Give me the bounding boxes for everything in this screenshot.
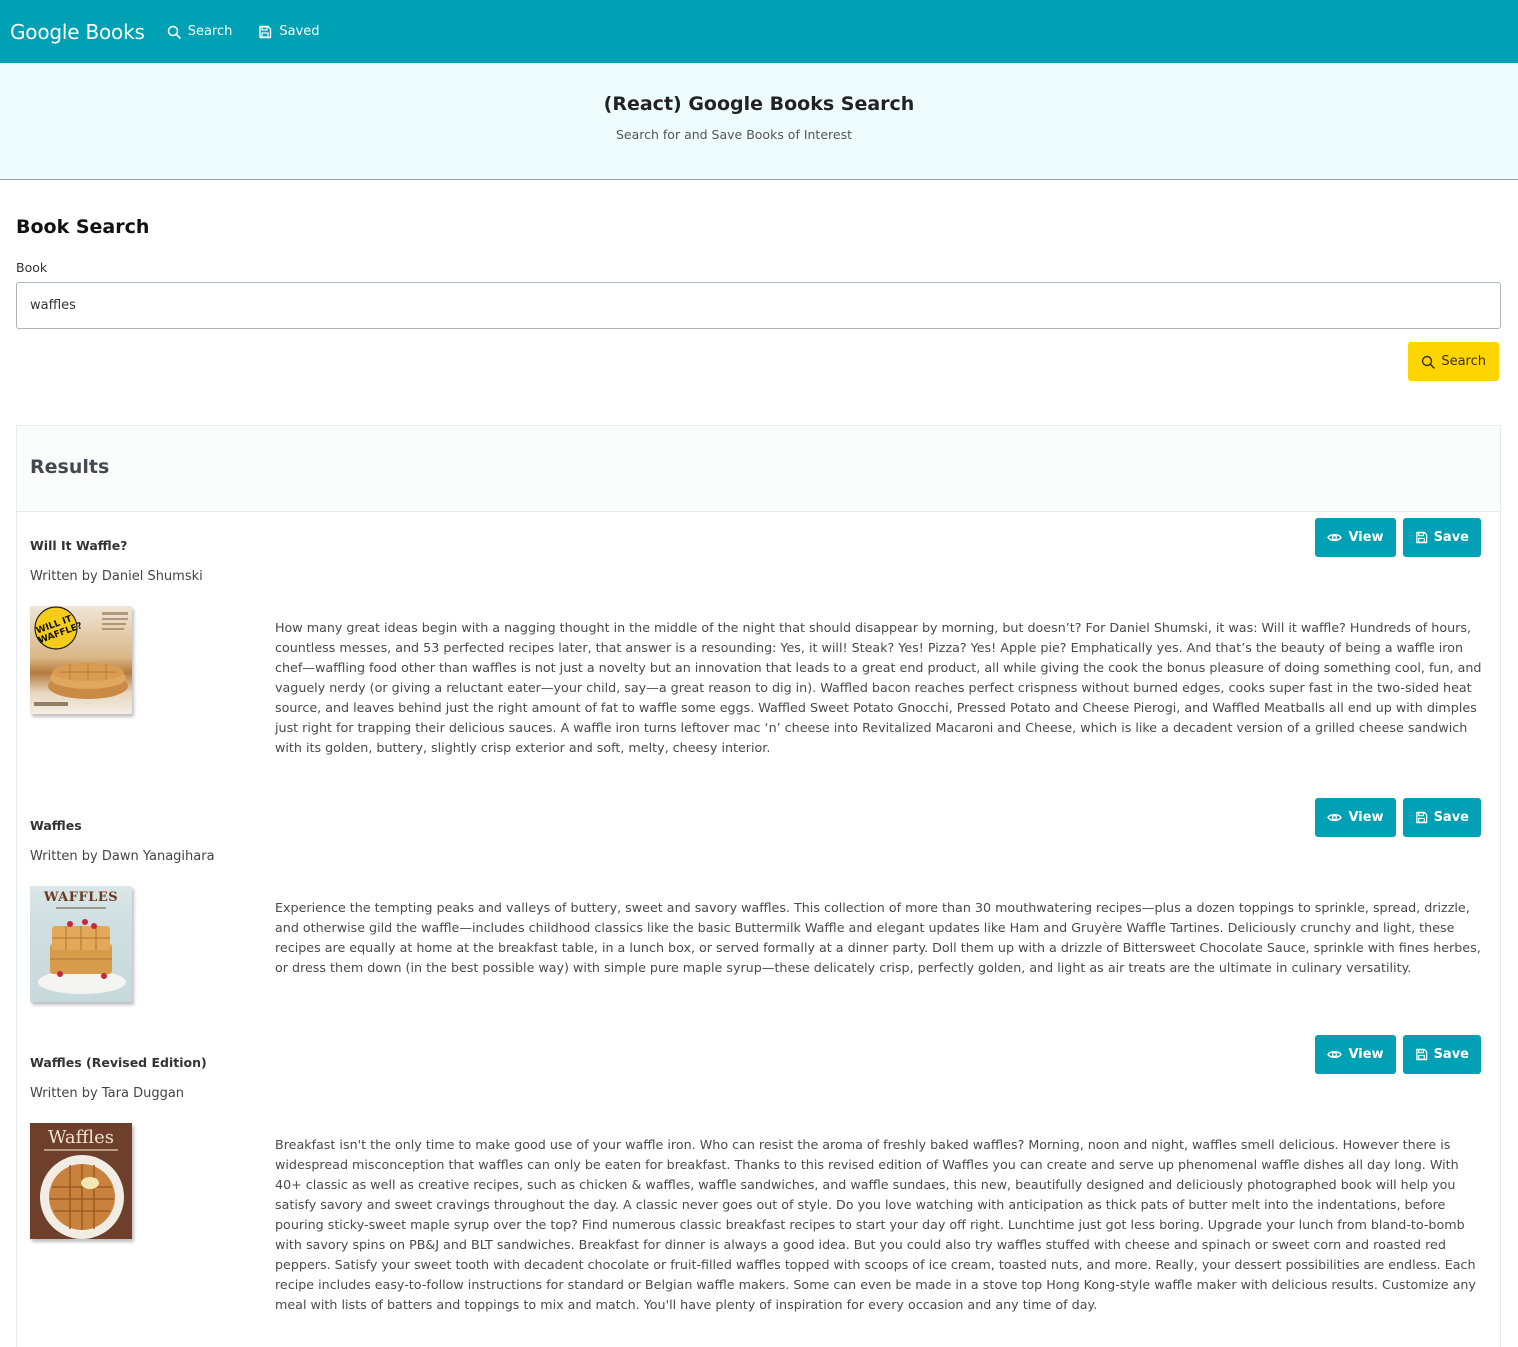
save-icon — [1415, 531, 1427, 544]
book-field-label: Book — [16, 260, 48, 275]
book-title: Will It Waffle? — [30, 538, 128, 553]
navbar: Google Books Search Saved — [0, 0, 1518, 63]
nav-search-link[interactable]: Search — [167, 24, 233, 39]
book-body: Waffles Breakfast isn't the only time to… — [17, 1123, 1500, 1315]
book-result: View Save Waffles (Revised Edition) Writ… — [17, 1029, 1500, 1315]
save-button[interactable]: Save — [1402, 1035, 1481, 1074]
results-panel: Results View Save Will It Waffle? Writte… — [16, 425, 1501, 1347]
book-author: Written by Daniel Shumski — [30, 569, 203, 584]
book-search-section: Book Search Book Search — [0, 180, 1518, 381]
book-search-heading: Book Search — [16, 216, 150, 238]
search-icon — [167, 25, 181, 39]
nav-saved-label: Saved — [279, 24, 320, 39]
hero: (React) Google Books Search Search for a… — [0, 63, 1518, 180]
book-search-input[interactable] — [16, 282, 1501, 329]
book-author: Written by Dawn Yanagihara — [30, 849, 215, 864]
book-cover-image: Waffles — [30, 1123, 132, 1239]
view-button[interactable]: View — [1315, 1035, 1396, 1074]
book-actions: View Save — [1308, 798, 1481, 837]
view-button-label: View — [1348, 530, 1384, 545]
nav-saved-link[interactable]: Saved — [258, 24, 320, 39]
search-actions: Search — [16, 342, 1502, 381]
book-description: Experience the tempting peaks and valley… — [275, 900, 1481, 975]
results-heading: Results — [30, 456, 110, 478]
book-body: WAFFLES Experience the tempting peaks an… — [17, 886, 1500, 1002]
page-subtitle: Search for and Save Books of Interest — [615, 127, 852, 142]
save-icon — [1415, 1048, 1427, 1061]
book-result: View Save Waffles Written by Dawn Yanagi… — [17, 792, 1500, 1029]
search-icon — [1422, 355, 1436, 369]
book-description: How many great ideas begin with a naggin… — [275, 620, 1482, 755]
book-result: View Save Will It Waffle? Written by Dan… — [17, 512, 1500, 792]
book-body: WILL IT WAFFLE? How many great ideas beg… — [17, 606, 1500, 758]
search-button[interactable]: Search — [1408, 342, 1499, 381]
page-title: (React) Google Books Search — [603, 93, 915, 115]
book-actions: View Save — [1308, 518, 1481, 557]
save-button[interactable]: Save — [1402, 518, 1481, 557]
save-button-label: Save — [1433, 530, 1469, 545]
eye-icon — [1327, 1051, 1343, 1058]
eye-icon — [1327, 534, 1343, 541]
view-button-label: View — [1348, 810, 1384, 825]
view-button[interactable]: View — [1315, 798, 1396, 837]
book-description: Breakfast isn't the only time to make go… — [275, 1137, 1476, 1312]
nav-search-label: Search — [187, 24, 233, 39]
results-header: Results — [17, 426, 1500, 512]
view-button-label: View — [1348, 1047, 1384, 1062]
save-button[interactable]: Save — [1402, 798, 1481, 837]
save-icon — [1415, 811, 1427, 824]
book-author: Written by Tara Duggan — [30, 1086, 185, 1101]
book-title: Waffles — [30, 818, 82, 833]
search-button-label: Search — [1441, 354, 1486, 369]
view-button[interactable]: View — [1315, 518, 1396, 557]
book-cover-image: WAFFLES — [30, 886, 132, 1002]
book-cover-image: WILL IT WAFFLE? — [30, 606, 132, 714]
save-button-label: Save — [1433, 1047, 1469, 1062]
save-button-label: Save — [1433, 810, 1469, 825]
save-icon — [259, 25, 272, 38]
cover-title-text: WAFFLES — [43, 890, 119, 905]
book-actions: View Save — [1308, 1035, 1481, 1074]
book-title: Waffles (Revised Edition) — [30, 1055, 207, 1070]
cover-title-text: Waffles — [47, 1127, 115, 1148]
brand-link[interactable]: Google Books — [10, 20, 145, 44]
eye-icon — [1327, 814, 1343, 821]
